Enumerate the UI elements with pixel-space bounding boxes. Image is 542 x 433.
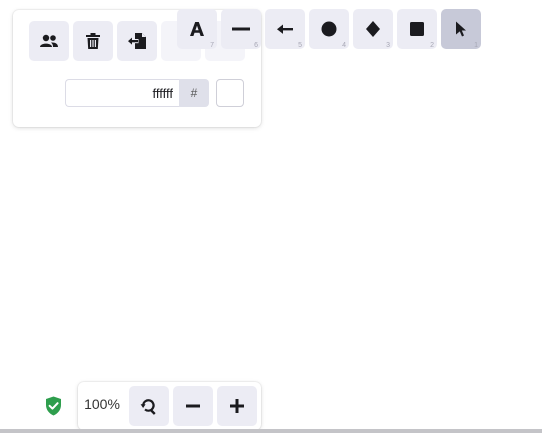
diamond-tool-icon <box>366 21 380 37</box>
background-color-input[interactable] <box>65 79 179 107</box>
tool-text[interactable]: 7 <box>177 9 217 49</box>
hash-label: # <box>179 79 209 107</box>
tool-shortcut: 7 <box>210 42 214 49</box>
collaborators-button[interactable] <box>29 21 69 61</box>
zoom-out-button[interactable] <box>173 386 213 426</box>
export-button[interactable] <box>117 21 157 61</box>
shield-check-icon <box>46 396 61 416</box>
shape-toolbar: 7 6 5 4 3 2 1 <box>175 6 485 50</box>
tool-shortcut: 4 <box>342 42 346 49</box>
arrow-tool-icon <box>277 24 293 34</box>
zoom-in-button[interactable] <box>217 386 257 426</box>
tool-shortcut: 1 <box>474 42 478 49</box>
tool-ellipse[interactable]: 4 <box>309 9 349 49</box>
minus-icon <box>186 404 200 408</box>
circle-tool-icon <box>321 21 337 37</box>
line-tool-icon <box>232 27 250 31</box>
tool-shortcut: 6 <box>254 42 258 49</box>
zoom-level: 100% <box>84 396 120 412</box>
pointer-tool-icon <box>456 21 466 37</box>
plus-icon <box>230 399 244 413</box>
tool-shortcut: 5 <box>298 42 302 49</box>
trash-icon <box>86 33 100 49</box>
text-tool-icon <box>190 22 204 36</box>
tool-rectangle[interactable]: 2 <box>397 9 437 49</box>
users-icon <box>40 34 58 47</box>
square-tool-icon <box>410 22 424 36</box>
tool-selection[interactable]: 1 <box>441 9 481 49</box>
clear-canvas-button[interactable] <box>73 21 113 61</box>
tool-shortcut: 3 <box>386 42 390 49</box>
zoom-reset-icon <box>140 399 156 415</box>
tool-arrow[interactable]: 5 <box>265 9 305 49</box>
tool-shortcut: 2 <box>430 42 434 49</box>
tool-diamond[interactable]: 3 <box>353 9 393 49</box>
bottom-scrollbar[interactable] <box>0 429 542 433</box>
export-icon <box>128 33 146 49</box>
background-color-swatch[interactable] <box>216 79 244 107</box>
tool-line[interactable]: 6 <box>221 9 261 49</box>
reset-zoom-button[interactable] <box>129 386 169 426</box>
zoom-panel: 100% <box>78 382 261 430</box>
background-color-picker: # <box>65 79 209 109</box>
